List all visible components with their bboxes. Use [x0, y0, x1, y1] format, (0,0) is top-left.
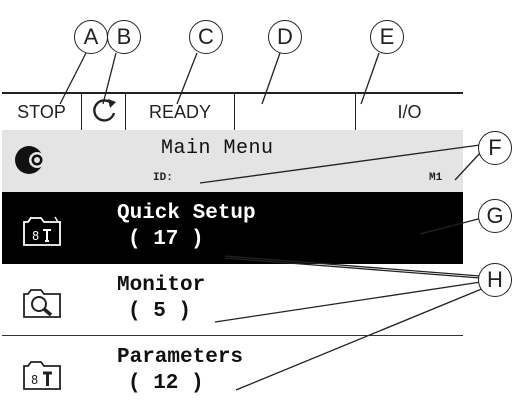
menu-item-count: ( 17 ): [128, 228, 204, 251]
menu-item-count: ( 12 ): [128, 372, 204, 395]
menu-item-parameters[interactable]: 8 Parameters ( 12 ): [2, 336, 463, 409]
quick-setup-folder-icon: 8: [22, 213, 62, 247]
callout-d: D: [268, 20, 302, 54]
keypad-display: STOP READY I/O Main Menu ID: M1 8 Quick …: [2, 92, 463, 409]
status-alarm-field: [235, 94, 356, 130]
menu-item-title: Monitor: [117, 274, 206, 297]
callout-b: B: [107, 20, 141, 54]
parameters-folder-icon: 8: [22, 357, 62, 391]
svg-text:8: 8: [31, 373, 38, 387]
callout-h: H: [478, 263, 512, 297]
status-ready: READY: [126, 94, 235, 130]
menu-header: Main Menu ID: M1: [2, 130, 463, 192]
page-title: Main Menu: [161, 137, 274, 160]
id-label: ID:: [153, 172, 173, 184]
menu-item-quick-setup[interactable]: 8 Quick Setup ( 17 ): [2, 192, 463, 264]
rotation-direction-icon: [82, 94, 126, 130]
callout-c: C: [189, 20, 223, 54]
svg-text:8: 8: [32, 229, 39, 243]
callout-a: A: [74, 20, 108, 54]
status-bar: STOP READY I/O: [2, 92, 463, 130]
callout-e: E: [370, 20, 404, 54]
menu-location: M1: [429, 172, 443, 184]
menu-item-count: ( 5 ): [128, 300, 192, 323]
menu-item-title: Parameters: [117, 346, 244, 369]
callout-f: F: [478, 131, 512, 165]
monitor-folder-icon: [22, 285, 62, 319]
status-control-place: I/O: [397, 101, 422, 122]
menu-item-title: Quick Setup: [117, 202, 256, 225]
menu-item-monitor[interactable]: Monitor ( 5 ): [2, 264, 463, 336]
status-stop: STOP: [2, 94, 82, 130]
callout-g: G: [478, 199, 512, 233]
vacon-logo-icon: [14, 144, 50, 181]
